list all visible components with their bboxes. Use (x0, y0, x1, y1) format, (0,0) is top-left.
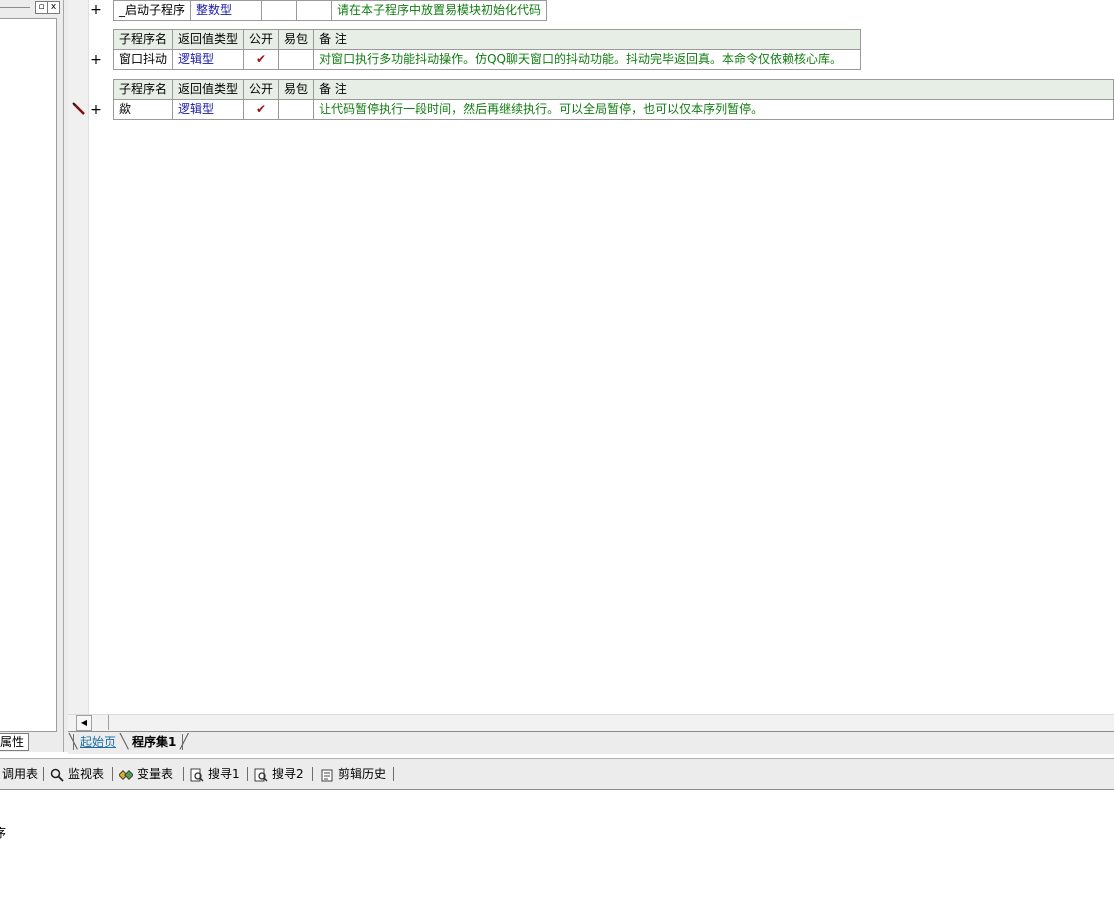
expand-icon[interactable]: + (89, 103, 103, 117)
scroll-thumb[interactable] (92, 715, 109, 730)
output-text: 序 (0, 826, 7, 840)
separator (43, 767, 44, 781)
table-row: 窗口抖动 逻辑型 ✔ 对窗口执行多功能抖动操作。仿QQ聊天窗口的抖动功能。抖动完… (112, 49, 862, 70)
table-header-row: 子程序名 返回值类型 公开 易包 备 注 (112, 79, 1114, 100)
header-easy-pack: 易包 (278, 79, 315, 100)
panel-title-bar (0, 7, 30, 8)
tab-divider: ╱ (180, 734, 189, 750)
subprogram-table-delay: 子程序名 返回值类型 公开 易包 备 注 歘 逻辑型 ✔ 让代码暂停执行一段时间… (112, 79, 1114, 120)
easy-pack-cell[interactable] (278, 99, 315, 120)
watch-label: 监视表 (68, 767, 105, 781)
tab-clip-history[interactable]: 剪辑历史 (320, 766, 386, 782)
subprogram-name[interactable]: 窗口抖动 (112, 49, 174, 70)
table-header-row: 子程序名 返回值类型 公开 易包 备 注 (112, 29, 862, 50)
note-cell[interactable]: 对窗口执行多功能抖动操作。仿QQ聊天窗口的抖动功能。抖动完毕返回真。本命令仅依赖… (313, 49, 862, 70)
table-row: 歘 逻辑型 ✔ 让代码暂停执行一段时间，然后再继续执行。可以全局暂停，也可以仅本… (112, 99, 1114, 120)
search-page-icon (254, 768, 268, 782)
header-public: 公开 (243, 79, 280, 100)
return-type[interactable]: 逻辑型 (172, 99, 245, 120)
tab-search1[interactable]: 搜寻1 (190, 766, 240, 782)
separator (312, 767, 313, 781)
clip-history-label: 剪辑历史 (338, 767, 387, 781)
easy-pack-cell[interactable] (278, 49, 315, 70)
tab-variables[interactable]: 变量表 (119, 766, 173, 782)
variables-icon (119, 769, 133, 780)
pencil-icon (72, 102, 85, 115)
header-name: 子程序名 (112, 79, 174, 100)
tab-properties[interactable]: 属性 (0, 733, 29, 751)
return-type[interactable]: 整数型 (190, 0, 263, 21)
public-check-icon[interactable]: ✔ (243, 99, 280, 120)
header-easy-pack: 易包 (278, 29, 315, 50)
public-cell[interactable] (261, 0, 298, 21)
subprogram-table-start: _启动子程序 整数型 请在本子程序中放置易模块初始化代码 (112, 0, 548, 21)
call-table-label: 调用表 (2, 767, 39, 781)
header-return-type: 返回值类型 (172, 79, 245, 100)
tab-start-page[interactable]: 起始页 (73, 734, 122, 750)
search2-label: 搜寻2 (272, 767, 304, 781)
subprogram-name[interactable]: 歘 (112, 99, 174, 120)
tab-call-table[interactable]: 调用表 (2, 766, 38, 782)
variables-label: 变量表 (137, 767, 174, 781)
tab-watch[interactable]: 监视表 (50, 766, 104, 782)
separator (112, 767, 113, 781)
header-name: 子程序名 (112, 29, 174, 50)
subprogram-name[interactable]: _启动子程序 (112, 0, 192, 21)
separator (183, 767, 184, 781)
header-note: 备 注 (313, 29, 862, 50)
document-tabs: ╲ 起始页 ╲ 程序集1 ╱ (68, 731, 1114, 754)
close-button[interactable]: x (47, 1, 60, 14)
left-dock-panel: ▫ x 属性 (0, 0, 68, 752)
expand-icon[interactable]: + (89, 53, 103, 67)
search-page-icon (190, 768, 204, 782)
magnifier-icon (50, 768, 64, 782)
table-row: _启动子程序 整数型 请在本子程序中放置易模块初始化代码 (112, 0, 548, 21)
panel-divider[interactable] (63, 0, 64, 752)
clipboard-icon (321, 769, 333, 781)
header-note: 备 注 (313, 79, 1114, 100)
tab-search2[interactable]: 搜寻2 (254, 766, 304, 782)
easy-pack-cell[interactable] (296, 0, 333, 21)
separator (393, 767, 394, 781)
bottom-toolbar: 调用表 监视表 变量表 搜寻1 搜寻2 剪辑历史 (0, 758, 1114, 791)
property-panel (0, 18, 57, 732)
code-editor[interactable]: + _启动子程序 整数型 请在本子程序中放置易模块初始化代码 子程序名 返回值类… (68, 0, 1114, 714)
expand-icon[interactable]: + (89, 3, 103, 17)
note-cell[interactable]: 让代码暂停执行一段时间，然后再继续执行。可以全局暂停，也可以仅本序列暂停。 (313, 99, 1114, 120)
header-public: 公开 (243, 29, 280, 50)
scroll-left-arrow-icon[interactable]: ◀ (76, 715, 92, 731)
tab-program-set[interactable]: 程序集1 (126, 734, 184, 750)
subprogram-table-shake: 子程序名 返回值类型 公开 易包 备 注 窗口抖动 逻辑型 ✔ 对窗口执行多功能… (112, 29, 862, 70)
public-check-icon[interactable]: ✔ (243, 49, 280, 70)
return-type[interactable]: 逻辑型 (172, 49, 245, 70)
output-panel[interactable]: 序 (0, 790, 1114, 914)
separator (247, 767, 248, 781)
search1-label: 搜寻1 (208, 767, 240, 781)
horizontal-scrollbar[interactable]: ◀ (68, 714, 1114, 731)
note-cell[interactable]: 请在本子程序中放置易模块初始化代码 (331, 0, 548, 21)
header-return-type: 返回值类型 (172, 29, 245, 50)
